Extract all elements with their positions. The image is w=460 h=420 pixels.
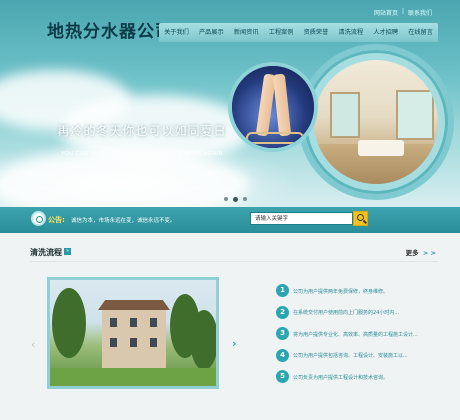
hero-banner: 地热分水器公司 网站首页 | 联系我们 关于我们 产品展示 新闻资讯 工程案例 … [0,0,460,207]
notice-bar: 公告: 诚信为本，市场永远在变，诚信永远不变。 [0,207,460,233]
site-logo[interactable]: 地热分水器公司 [47,17,173,42]
title-arrow-icon: » [64,248,71,255]
floor-heating-photo-circle [228,62,318,152]
hero-slogan: 再冷的冬天你也可以如同夏日 YOU CAN ALSO LIKE A SUMMER… [52,122,232,157]
list-item[interactable]: 1 公司为用户提供两年免费保修，终身维修。 [276,284,446,306]
step-text: 公司为用户提供包括咨询、工程设计、安装施工以... [293,353,408,359]
section-header: 清洗流程 » 更多 > > [30,244,438,262]
step-text: 将为用户提供专业化、高效率、高质量的工程施工设计... [293,331,418,338]
list-item[interactable]: 3 将为用户提供专业化、高效率、高质量的工程施工设计... [276,327,446,349]
slider-dot-active[interactable] [233,196,238,202]
list-item[interactable]: 4 公司为用户提供包括咨询、工程设计、安装施工以... [276,348,446,371]
contact-link[interactable]: 联系我们 [408,8,432,17]
step-number-badge: 5 [276,370,289,383]
nav-item-about[interactable]: 关于我们 [159,23,194,42]
slider-dot[interactable] [224,197,228,201]
list-item[interactable]: 5 公司负责为用户提供工程设计和技术咨询。 [276,370,446,392]
process-steps-list: 1 公司为用户提供两年免费保修，终身维修。 2 在系统交付用户使用前向上门服务的… [276,284,446,392]
step-number-badge: 1 [276,284,289,297]
step-number-badge: 4 [276,348,289,362]
step-number-badge: 2 [276,305,289,319]
search-button[interactable] [353,211,368,226]
nav-item-news[interactable]: 新闻资讯 [229,23,264,42]
main-nav: 关于我们 产品展示 新闻资讯 工程案例 资质荣誉 清洗流程 人才招聘 在线留言 [159,23,438,42]
nav-item-products[interactable]: 产品展示 [194,23,229,42]
top-links-divider: | [401,8,404,15]
hero-slogan-cn: 再冷的冬天你也可以如同夏日 [57,124,227,138]
prev-arrow-button[interactable]: ‹ [31,338,35,351]
nav-item-cleaning[interactable]: 清洗流程 [333,23,368,42]
slider-dots [224,196,247,202]
step-text: 公司负责为用户提供工程设计和技术咨询。 [293,374,389,381]
room-photo-circle [298,44,454,200]
more-label: 更多 [405,249,419,257]
villa-photo-frame [47,277,219,389]
more-link[interactable]: 更多 > > [406,247,436,257]
notice-label: 公告: [48,216,65,224]
nav-item-jobs[interactable]: 人才招聘 [368,23,403,42]
nav-item-honors[interactable]: 资质荣誉 [299,23,334,42]
chevron-right-icon: > > [422,249,436,257]
slider-dot[interactable] [243,197,247,201]
speech-bubble-icon [31,211,46,226]
room-interior-image [314,60,438,184]
nav-item-message[interactable]: 在线留言 [403,23,438,42]
step-text: 在系统交付用户使用前向上门服务的24小时内... [293,310,400,316]
top-links: 网站首页 | 联系我们 [374,8,432,17]
villa-photo [50,280,216,386]
step-number-badge: 3 [276,327,289,340]
home-link[interactable]: 网站首页 [374,8,398,17]
step-text: 公司为用户提供两年免费保修，终身维修。 [293,288,389,295]
search-input[interactable] [250,212,353,225]
next-arrow-button[interactable]: › [232,337,242,350]
list-item[interactable]: 2 在系统交付用户使用前向上门服务的24小时内... [276,305,446,328]
nav-item-cases[interactable]: 工程案例 [264,23,299,42]
notice-text: 诚信为本，市场永远在变，诚信永远不变。 [71,218,176,224]
section-title: 清洗流程 [30,248,62,257]
hero-slogan-en: YOU CAN ALSO LIKE A SUMMER COLD WINTER A… [60,151,224,157]
